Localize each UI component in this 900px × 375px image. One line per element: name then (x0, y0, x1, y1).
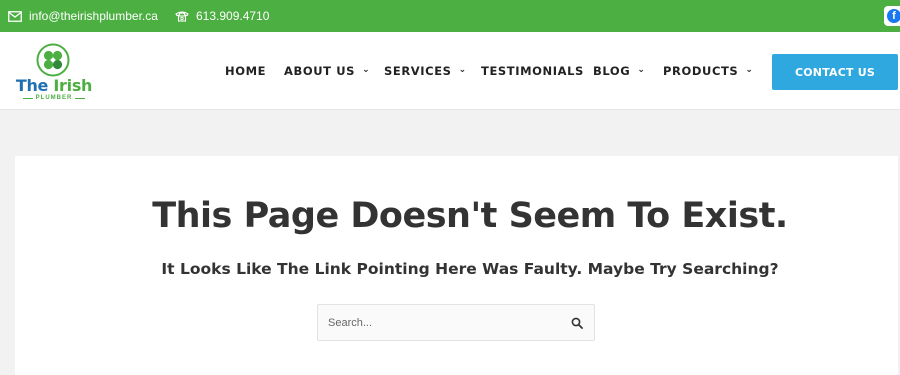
nav-item-label: TESTIMONIALS (481, 64, 584, 78)
phone-icon (175, 11, 189, 22)
email-text[interactable]: info@theirishplumber.ca (29, 9, 158, 23)
nav-item-testimonials[interactable]: TESTIMONIALS (481, 63, 584, 79)
top-bar: info@theirishplumber.ca 613.909.4710 f (0, 0, 900, 32)
contact-us-button[interactable]: CONTACT US (772, 54, 898, 90)
nav-item-home[interactable]: HOME (225, 63, 266, 79)
email-contact[interactable]: info@theirishplumber.ca (8, 0, 158, 32)
main-nav: HOME ABOUT US ⌄ SERVICES ⌄ TESTIMONIALS … (0, 32, 900, 110)
chevron-down-icon: ⌄ (637, 65, 646, 75)
search-input[interactable] (328, 305, 558, 340)
nav-item-label: SERVICES (384, 64, 452, 78)
error-content-card: This Page Doesn't Seem To Exist. It Look… (15, 156, 898, 375)
nav-item-blog[interactable]: BLOG ⌄ (593, 63, 645, 79)
nav-item-label: HOME (225, 64, 267, 78)
nav-item-products[interactable]: PRODUCTS ⌄ (663, 63, 753, 79)
nav-item-about-us[interactable]: ABOUT US ⌄ (284, 63, 370, 79)
nav-item-services[interactable]: SERVICES ⌄ (384, 63, 467, 79)
facebook-link[interactable]: f (884, 6, 900, 26)
chevron-down-icon: ⌄ (362, 65, 371, 75)
nav-item-label: ABOUT US (284, 64, 356, 78)
phone-text[interactable]: 613.909.4710 (196, 9, 269, 23)
facebook-icon: f (887, 9, 900, 23)
page-subtitle: It Looks Like The Link Pointing Here Was… (161, 260, 779, 278)
page-title: This Page Doesn't Seem To Exist. (152, 196, 788, 236)
search-form (317, 304, 595, 341)
site-header: The Irish PLUMBER HOME ABOUT US ⌄ SERVIC… (0, 32, 900, 110)
mail-icon (8, 10, 22, 22)
nav-item-label: PRODUCTS (663, 64, 739, 78)
chevron-down-icon: ⌄ (458, 65, 467, 75)
phone-contact[interactable]: 613.909.4710 (175, 0, 269, 32)
chevron-down-icon: ⌄ (745, 65, 754, 75)
nav-item-label: BLOG (593, 64, 631, 78)
search-icon[interactable] (571, 317, 583, 329)
